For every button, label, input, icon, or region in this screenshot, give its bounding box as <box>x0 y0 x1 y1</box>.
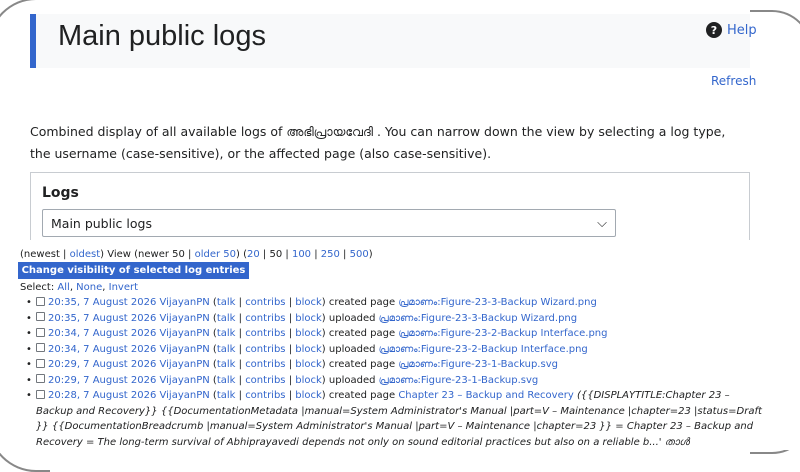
pagination-nav: (newest | oldest) View (newer 50 | older… <box>20 249 373 260</box>
entry-page-link[interactable]: പ്രമാണം:Figure-23-1-Backup.svg <box>398 359 558 370</box>
chevron-down-icon: ⌵ <box>597 215 607 231</box>
select-all-link[interactable]: All <box>57 282 69 293</box>
entry-page-link[interactable]: പ്രമാണം:Figure-23-3-Backup Wizard.png <box>398 297 596 308</box>
intro-text: Combined display of all available logs o… <box>30 121 745 165</box>
entry-action: created page <box>328 328 396 339</box>
entry-checkbox[interactable] <box>36 327 45 337</box>
entry-checkbox[interactable] <box>36 312 45 321</box>
help-label: Help <box>727 22 757 38</box>
entry-action: created page <box>328 390 396 401</box>
help-link[interactable]: ? Help <box>706 22 757 38</box>
talk-link[interactable]: talk <box>217 344 236 355</box>
entry-checkbox[interactable] <box>36 358 45 368</box>
log-entry: 20:35, 7 August 2026 VijayanPN (talk | c… <box>26 295 766 311</box>
entry-page-link[interactable]: പ്രമാണം:Figure-23-2-Backup Interface.png <box>398 328 607 339</box>
logs-label: Logs <box>42 185 79 201</box>
contribs-link[interactable]: contribs <box>245 359 285 370</box>
entry-page-link[interactable]: Chapter 23 – Backup and Recovery <box>398 390 573 401</box>
entry-user-link[interactable]: VijayanPN <box>160 313 210 324</box>
block-link[interactable]: block <box>295 313 322 324</box>
block-link[interactable]: block <box>295 328 322 339</box>
limit-250[interactable]: 250 <box>321 249 340 260</box>
talk-link[interactable]: talk <box>217 328 236 339</box>
talk-link[interactable]: talk <box>217 297 236 308</box>
entry-action: uploaded <box>328 343 376 355</box>
refresh-link[interactable]: Refresh <box>711 74 756 88</box>
limit-50: 50 <box>269 249 283 260</box>
talk-link[interactable]: talk <box>217 359 236 370</box>
entry-user-link[interactable]: VijayanPN <box>160 344 210 355</box>
entry-time-link[interactable]: 20:35, 7 August 2026 <box>48 297 156 308</box>
log-results: (newest | oldest) View (newer 50 | older… <box>0 240 800 450</box>
nav-view-text: View (newer 50 | <box>107 249 192 260</box>
entry-action: created page <box>328 297 396 308</box>
entry-page-link[interactable]: പ്രമാണം:Figure-23-2-Backup Interface.png <box>379 344 588 355</box>
entry-time-link[interactable]: 20:28, 7 August 2026 <box>48 390 156 401</box>
log-type-selected: Main public logs <box>51 215 152 231</box>
entry-page-link[interactable]: പ്രമാണം:Figure-23-1-Backup.svg <box>379 375 539 386</box>
entry-time-link[interactable]: 20:29, 7 August 2026 <box>48 375 156 386</box>
log-entry: 20:29, 7 August 2026 VijayanPN (talk | c… <box>26 373 766 389</box>
talk-link[interactable]: talk <box>217 313 236 324</box>
contribs-link[interactable]: contribs <box>245 390 285 401</box>
select-none-link[interactable]: None <box>76 282 102 293</box>
contribs-link[interactable]: contribs <box>245 328 285 339</box>
contribs-link[interactable]: contribs <box>245 313 285 324</box>
entry-action: uploaded <box>328 374 376 386</box>
block-link[interactable]: block <box>295 359 322 370</box>
log-entry: 20:29, 7 August 2026 VijayanPN (talk | c… <box>26 357 766 373</box>
page-title: Main public logs <box>58 20 266 52</box>
entry-user-link[interactable]: VijayanPN <box>160 297 210 308</box>
entry-time-link[interactable]: 20:34, 7 August 2026 <box>48 344 156 355</box>
limit-20[interactable]: 20 <box>247 249 260 260</box>
entry-user-link[interactable]: VijayanPN <box>160 328 210 339</box>
block-link[interactable]: block <box>295 297 322 308</box>
select-controls: Select: All, None, Invert <box>20 282 139 293</box>
select-label: Select: <box>20 282 55 293</box>
entry-checkbox[interactable] <box>36 343 45 352</box>
change-visibility-button[interactable]: Change visibility of selected log entrie… <box>18 262 249 279</box>
limit-100[interactable]: 100 <box>292 249 311 260</box>
nav-newest: newest <box>23 249 60 260</box>
talk-link[interactable]: talk <box>217 375 236 386</box>
log-entry: 20:35, 7 August 2026 VijayanPN (talk | c… <box>26 311 766 327</box>
block-link[interactable]: block <box>295 390 322 401</box>
entry-checkbox[interactable] <box>36 296 45 306</box>
log-entry: 20:34, 7 August 2026 VijayanPN (talk | c… <box>26 326 766 342</box>
contribs-link[interactable]: contribs <box>245 297 285 308</box>
entry-page-link[interactable]: പ്രമാണം:Figure-23-3-Backup Wizard.png <box>379 313 577 324</box>
log-type-select[interactable]: Main public logs ⌵ <box>42 209 616 237</box>
talk-link[interactable]: talk <box>217 390 236 401</box>
entry-action: created page <box>328 359 396 370</box>
entry-user-link[interactable]: VijayanPN <box>160 359 210 370</box>
limit-500[interactable]: 500 <box>350 249 369 260</box>
entry-user-link[interactable]: VijayanPN <box>160 390 210 401</box>
entry-user-link[interactable]: VijayanPN <box>160 375 210 386</box>
entry-time-link[interactable]: 20:35, 7 August 2026 <box>48 313 156 324</box>
log-entry-list: 20:35, 7 August 2026 VijayanPN (talk | c… <box>26 295 766 450</box>
nav-older-link[interactable]: older 50 <box>195 249 236 260</box>
entry-checkbox[interactable] <box>36 389 45 399</box>
entry-time-link[interactable]: 20:29, 7 August 2026 <box>48 359 156 370</box>
entry-checkbox[interactable] <box>36 374 45 383</box>
log-entry: 20:34, 7 August 2026 VijayanPN (talk | c… <box>26 342 766 358</box>
page-header: Main public logs <box>30 14 750 68</box>
help-icon: ? <box>706 22 722 38</box>
nav-oldest-link[interactable]: oldest <box>70 249 101 260</box>
entry-action: uploaded <box>328 312 376 324</box>
intro-before: Combined display of all available logs o… <box>30 124 287 139</box>
contribs-link[interactable]: contribs <box>245 375 285 386</box>
block-link[interactable]: block <box>295 344 322 355</box>
select-invert-link[interactable]: Invert <box>109 282 138 293</box>
log-entry: 20:28, 7 August 2026 VijayanPN (talk | c… <box>26 388 766 450</box>
entry-time-link[interactable]: 20:34, 7 August 2026 <box>48 328 156 339</box>
site-link[interactable]: അഭിപ്രായവേദി <box>286 124 373 139</box>
block-link[interactable]: block <box>295 375 322 386</box>
contribs-link[interactable]: contribs <box>245 344 285 355</box>
